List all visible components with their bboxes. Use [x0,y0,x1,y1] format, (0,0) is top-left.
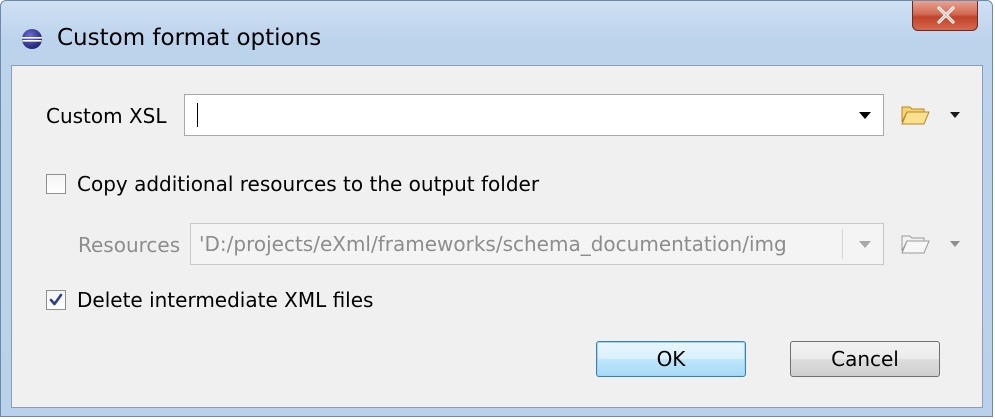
browse-resources-menu-arrow-icon[interactable] [950,241,960,247]
cancel-button[interactable]: Cancel [790,341,940,377]
folder-open-icon [901,235,930,254]
custom-xsl-combo[interactable] [184,94,884,136]
browse-resources-button[interactable] [900,231,930,257]
chevron-down-icon[interactable] [859,112,871,119]
dialog-content: Custom XSL Copy additional resources to … [11,65,983,408]
dropdown-separator [842,229,843,259]
checkmark-icon [49,293,63,306]
browse-xsl-button[interactable] [900,102,930,128]
copy-resources-checkbox[interactable] [46,174,66,194]
chevron-down-icon[interactable] [859,241,871,248]
title-bar[interactable]: Custom format options [1,1,992,65]
folder-open-icon [901,106,930,125]
close-button[interactable] [912,1,978,31]
dialog-window: Custom format options Custom XSL Copy ad… [0,0,993,417]
delete-intermediate-checkbox[interactable] [46,290,66,310]
text-caret [197,103,198,127]
copy-resources-label: Copy additional resources to the output … [77,172,540,196]
browse-xsl-menu-arrow-icon[interactable] [950,112,960,118]
resources-combo[interactable]: 'D:/projects/eXml/frameworks/schema_docu… [190,223,884,265]
close-icon [937,6,955,24]
custom-xsl-label: Custom XSL [46,104,167,128]
ok-button[interactable]: OK [596,341,746,377]
resources-value: 'D:/projects/eXml/frameworks/schema_docu… [199,232,841,256]
eclipse-sphere-icon [21,28,43,50]
resources-label: Resources [78,233,181,257]
delete-intermediate-label: Delete intermediate XML files [77,288,374,312]
window-title: Custom format options [57,25,322,51]
